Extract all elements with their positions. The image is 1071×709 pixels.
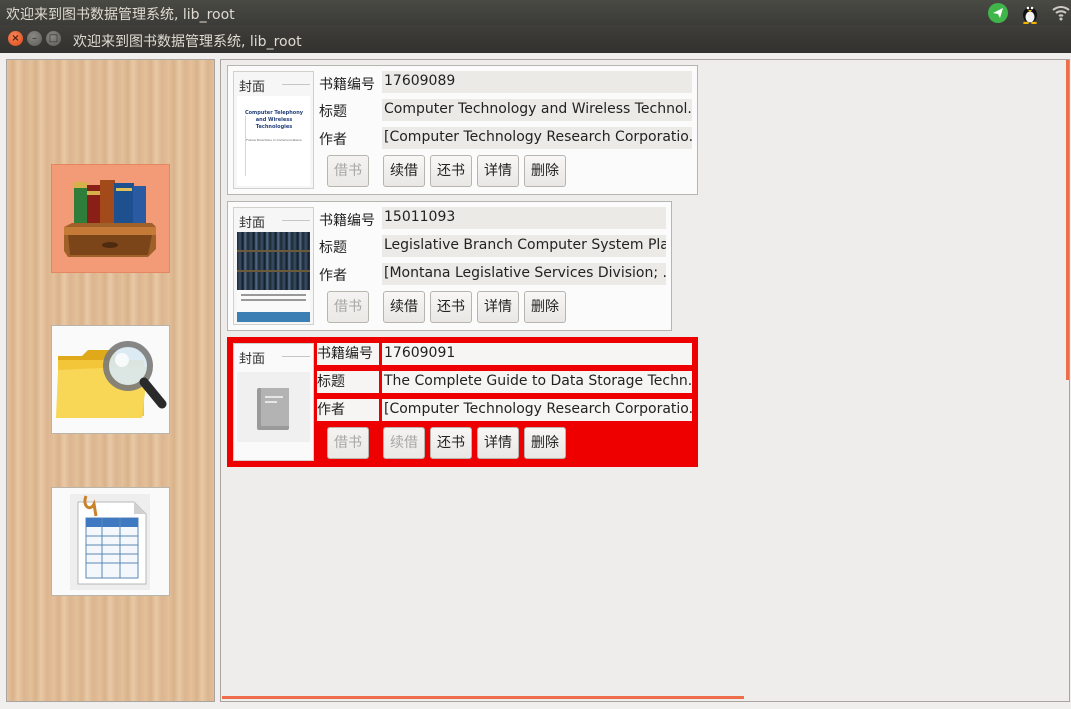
delete-button[interactable]: 删除	[524, 427, 566, 459]
window-title: 欢迎来到图书数据管理系统, lib_root	[73, 34, 302, 50]
maximize-window-button[interactable]: □	[46, 31, 61, 46]
title-value: The Complete Guide to Data Storage Techn…	[382, 371, 692, 393]
renew-button[interactable]: 续借	[383, 427, 425, 459]
author-label: 作者	[317, 399, 379, 421]
horizontal-scrollbar[interactable]	[222, 696, 744, 699]
sidebar	[6, 59, 215, 702]
title-label: 标题	[319, 240, 347, 256]
cover-label: 封面	[239, 212, 269, 231]
delete-button[interactable]: 删除	[524, 155, 566, 187]
borrow-button[interactable]: 借书	[327, 155, 369, 187]
book-id-value: 17609091	[382, 343, 692, 365]
detail-button[interactable]: 详情	[477, 291, 519, 323]
book-id-label: 书籍编号	[319, 77, 375, 93]
cover-label: 封面	[239, 348, 269, 367]
book-placeholder-icon	[257, 388, 289, 430]
author-label: 作者	[319, 132, 347, 148]
return-button[interactable]: 还书	[430, 291, 472, 323]
close-window-button[interactable]: ×	[8, 31, 23, 46]
title-label: 标题	[317, 371, 379, 393]
book-card-selected: 封面 书籍编号 17609091 标题 The Complete Guide t…	[227, 337, 698, 467]
detail-button[interactable]: 详情	[477, 427, 519, 459]
detail-button[interactable]: 详情	[477, 155, 519, 187]
vertical-scrollbar[interactable]	[1066, 60, 1069, 380]
book-cover-image[interactable]: Computer Telephony and Wireless Technolo…	[237, 96, 310, 186]
title-label: 标题	[319, 104, 347, 120]
system-bar-title: 欢迎来到图书数据管理系统, lib_root	[6, 7, 235, 23]
cover-box: 封面	[233, 343, 314, 461]
author-label: 作者	[319, 268, 347, 284]
send-tray-icon[interactable]	[988, 2, 1010, 24]
nav-records-button[interactable]	[51, 487, 170, 596]
tux-tray-icon[interactable]	[1020, 2, 1042, 25]
renew-button[interactable]: 续借	[383, 155, 425, 187]
delete-button[interactable]: 删除	[524, 291, 566, 323]
author-value: [Montana Legislative Services Division; …	[382, 263, 666, 285]
book-card: 封面 Computer Telephony and Wireless Techn…	[227, 65, 698, 195]
bookshelf-icon	[64, 180, 156, 257]
book-id-value: 17609089	[382, 71, 692, 93]
book-id-value: 15011093	[382, 207, 666, 229]
minimize-window-button[interactable]: –	[27, 31, 42, 46]
book-id-label: 书籍编号	[319, 213, 375, 229]
borrow-button[interactable]: 借书	[327, 427, 369, 459]
spreadsheet-icon	[70, 494, 150, 590]
renew-button[interactable]: 续借	[383, 291, 425, 323]
wifi-tray-icon[interactable]	[1051, 2, 1071, 24]
folder-search-icon	[56, 341, 167, 418]
window-title-bar: × – □ 欢迎来到图书数据管理系统, lib_root	[0, 25, 1071, 53]
nav-search-button[interactable]	[51, 325, 170, 434]
return-button[interactable]: 还书	[430, 427, 472, 459]
system-top-bar: 欢迎来到图书数据管理系统, lib_root	[0, 0, 1071, 25]
title-value: Legislative Branch Computer System Plan	[382, 235, 666, 257]
title-value: Computer Technology and Wireless Technol…	[382, 99, 692, 121]
book-cover-image[interactable]	[237, 232, 310, 322]
cover-box: 封面	[233, 207, 314, 325]
nav-books-button[interactable]	[51, 164, 170, 273]
author-value: [Computer Technology Research Corporatio…	[382, 127, 692, 149]
book-placeholder-image[interactable]	[237, 372, 310, 442]
cover-box: 封面 Computer Telephony and Wireless Techn…	[233, 71, 314, 189]
return-button[interactable]: 还书	[430, 155, 472, 187]
book-id-label: 书籍编号	[317, 343, 379, 365]
book-card: 封面 书籍编号 15011093 标题 Legislative Branch C…	[227, 201, 672, 331]
author-value: [Computer Technology Research Corporatio…	[382, 399, 692, 421]
borrow-button[interactable]: 借书	[327, 291, 369, 323]
cover-label: 封面	[239, 76, 269, 95]
